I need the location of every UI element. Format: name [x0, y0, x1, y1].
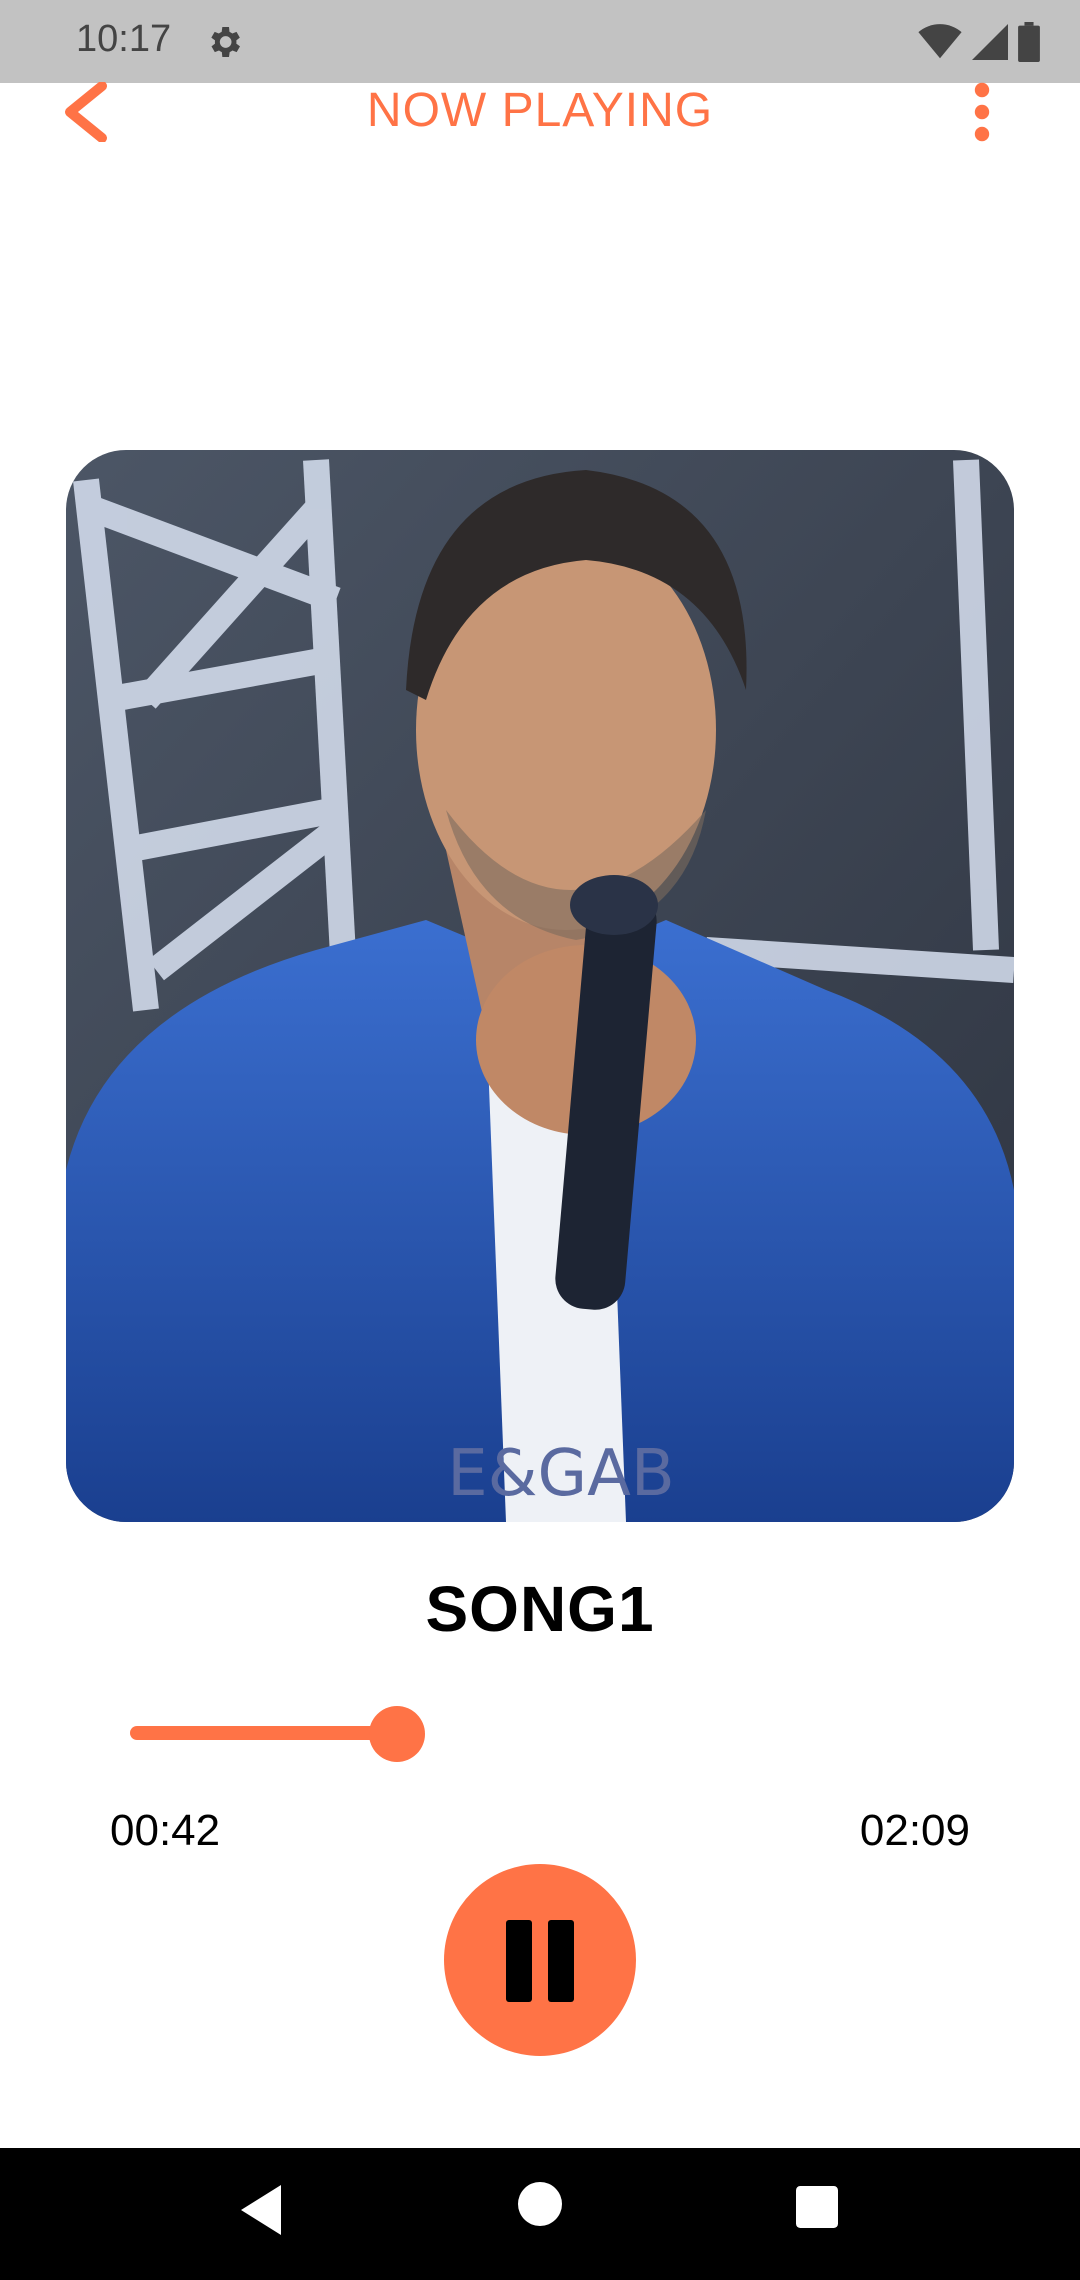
recents-icon[interactable] — [796, 2186, 838, 2228]
pause-icon-bar — [548, 1920, 574, 2002]
shirt-print-text: E&GAB — [447, 1437, 675, 1511]
gear-icon — [211, 27, 240, 57]
battery-icon — [1018, 22, 1040, 62]
song-title: SONG1 — [425, 1573, 655, 1645]
status-bar: 10:17 — [0, 0, 1080, 83]
pause-icon — [506, 1920, 532, 2002]
current-time: 00:42 — [110, 1806, 221, 1855]
total-time: 02:09 — [859, 1806, 970, 1855]
more-vert-icon[interactable] — [964, 82, 1000, 142]
wifi-icon — [918, 24, 962, 59]
artist-photo: E&GAB — [66, 450, 1014, 1522]
seek-thumb[interactable] — [369, 1706, 425, 1762]
album-artwork: E&GAB — [66, 450, 1014, 1522]
seek-progress — [130, 1726, 397, 1740]
page-title: NOW PLAYING — [366, 84, 714, 137]
system-nav-bar — [0, 2148, 1080, 2280]
signal-icon — [972, 24, 1008, 60]
seek-bar[interactable] — [130, 1706, 950, 1762]
pause-button[interactable] — [444, 1864, 636, 2056]
status-icons — [918, 20, 1040, 64]
status-time: 10:17 — [76, 18, 172, 60]
back-icon[interactable] — [236, 2182, 286, 2238]
home-icon[interactable] — [518, 2182, 562, 2226]
